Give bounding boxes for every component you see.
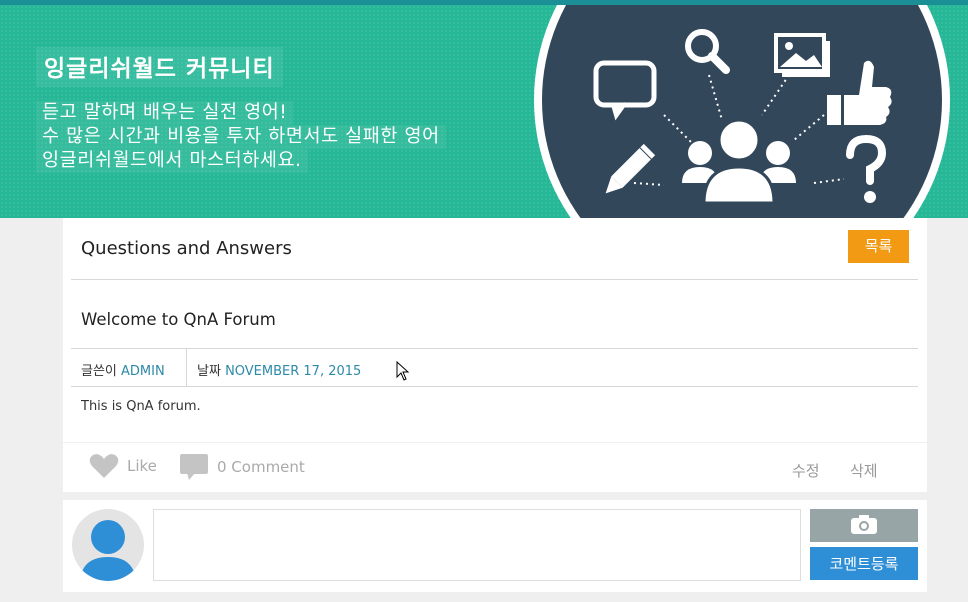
post-meta: 글쓴이 ADMIN 날짜 NOVEMBER 17, 2015	[71, 348, 918, 387]
heart-icon	[89, 454, 119, 478]
comment-count-label: 0 Comment	[217, 458, 305, 476]
date-label: 날짜	[197, 364, 221, 379]
community-illustration	[534, 5, 950, 218]
edit-button[interactable]: 수정	[792, 460, 820, 481]
author-label: 글쓴이	[81, 364, 117, 379]
list-button[interactable]: 목록	[848, 230, 909, 263]
banner-subtitle-line: 잉글리쉬월드에서 마스터하세요.	[36, 149, 308, 173]
post-author: 글쓴이 ADMIN	[81, 360, 165, 379]
divider	[71, 386, 918, 387]
post-card: Questions and Answers 목록 Welcome to QnA …	[63, 218, 927, 492]
like-label: Like	[127, 457, 157, 475]
comment-icon	[180, 454, 208, 480]
image-icon	[774, 33, 830, 77]
like-button[interactable]: Like	[89, 453, 157, 479]
post-actions: Like 0 Comment 수정 삭제	[63, 442, 927, 492]
divider	[71, 279, 918, 280]
post-title: Welcome to QnA Forum	[81, 310, 276, 329]
post-date: 날짜 NOVEMBER 17, 2015	[197, 360, 361, 379]
author-link[interactable]: ADMIN	[121, 364, 165, 379]
banner-subtitle-line: 수 많은 시간과 비용을 투자 하면서도 실패한 영어	[36, 125, 446, 149]
comment-count-button[interactable]: 0 Comment	[179, 453, 305, 481]
board-title: Questions and Answers	[81, 238, 292, 259]
camera-icon	[851, 515, 877, 534]
avatar	[72, 509, 144, 581]
photo-upload-button[interactable]	[810, 509, 918, 542]
date-value: NOVEMBER 17, 2015	[225, 364, 362, 379]
comment-input[interactable]	[153, 509, 801, 581]
meta-divider	[186, 348, 187, 386]
banner-subtitle: 듣고 말하며 배우는 실전 영어! 수 많은 시간과 비용을 투자 하면서도 실…	[36, 101, 516, 173]
banner-subtitle-line: 듣고 말하며 배우는 실전 영어!	[36, 101, 294, 125]
submit-comment-button[interactable]: 코멘트등록	[810, 547, 918, 580]
post-body: This is QnA forum.	[81, 399, 201, 414]
user-icon	[80, 520, 136, 581]
delete-button[interactable]: 삭제	[850, 460, 878, 481]
hero-banner: 잉글리쉬월드 커뮤니티 듣고 말하며 배우는 실전 영어! 수 많은 시간과 비…	[0, 0, 968, 218]
comment-form: 코멘트등록	[63, 500, 927, 592]
banner-title: 잉글리쉬월드 커뮤니티	[36, 47, 283, 87]
mouse-cursor-icon	[396, 361, 410, 381]
